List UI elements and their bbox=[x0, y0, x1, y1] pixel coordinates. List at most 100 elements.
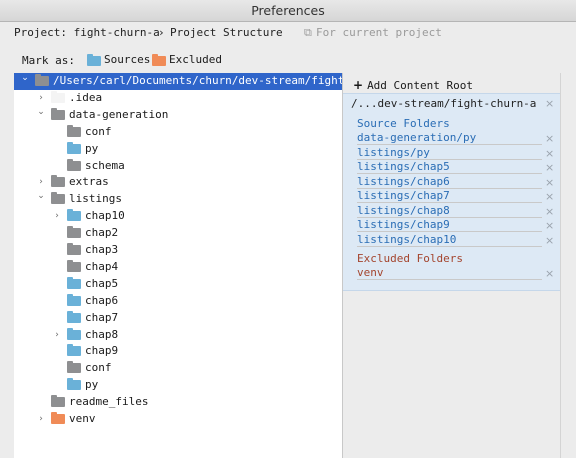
source-folder-entry: listings/chap10 bbox=[357, 232, 542, 247]
content-root-path: /...dev-stream/fight-churn-a bbox=[351, 97, 537, 110]
folder-icon bbox=[51, 192, 65, 205]
folder-icon bbox=[51, 412, 65, 424]
content-root-block: /...dev-stream/fight-churn-a × Source Fo… bbox=[343, 93, 561, 291]
tree-node-label: conf bbox=[85, 124, 112, 138]
tree-row[interactable]: ⌄ /Users/carl/Documents/churn/dev-stream/… bbox=[14, 73, 342, 90]
mark-excluded-button[interactable]: Excluded bbox=[152, 53, 222, 66]
folder-icon bbox=[67, 276, 81, 289]
remove-folder-icon[interactable]: × bbox=[545, 147, 554, 160]
tree-node-label: chap10 bbox=[85, 209, 125, 223]
remove-content-root-icon[interactable]: × bbox=[545, 97, 554, 110]
tree-row[interactable]: › .idea bbox=[14, 90, 342, 107]
tree-node-label: chap2 bbox=[85, 226, 119, 240]
tree-row[interactable]: chap6 bbox=[14, 293, 342, 310]
tree-row[interactable]: › extras bbox=[14, 174, 342, 191]
tree-node-label: readme_files bbox=[69, 395, 149, 409]
folder-icon bbox=[67, 243, 81, 255]
source-folder-entry: listings/chap9 bbox=[357, 218, 542, 232]
mark-sources-button[interactable]: Sources bbox=[87, 53, 150, 66]
tree-node-label: data-generation bbox=[69, 107, 169, 121]
source-folder-entry: listings/chap5 bbox=[357, 160, 542, 174]
tree-row[interactable]: chap4 bbox=[14, 259, 342, 276]
mark-excluded-label: Excluded bbox=[169, 53, 222, 66]
tree-node-label: chap6 bbox=[85, 293, 119, 307]
source-folders-title: Source Folders bbox=[357, 117, 450, 130]
scope-label: For current project bbox=[316, 26, 442, 39]
excluded-folder-icon bbox=[152, 53, 166, 66]
tree-row[interactable]: chap2 bbox=[14, 225, 342, 242]
plus-icon: + bbox=[353, 78, 364, 92]
remove-folder-icon[interactable]: × bbox=[545, 205, 554, 218]
window-title: Preferences bbox=[0, 0, 576, 22]
folder-path-label: listings/chap7 bbox=[357, 189, 452, 202]
tree-node-label: py bbox=[85, 378, 99, 392]
remove-folder-icon[interactable]: × bbox=[545, 132, 554, 145]
remove-folder-icon[interactable]: × bbox=[545, 161, 554, 174]
sources-folder-icon bbox=[87, 53, 101, 66]
remove-folder-icon[interactable]: × bbox=[545, 267, 554, 280]
tree-row[interactable]: readme_files bbox=[14, 394, 342, 411]
tree-row[interactable]: chap3 bbox=[14, 242, 342, 259]
tree-row[interactable]: chap9 bbox=[14, 343, 342, 360]
tree-row[interactable]: ⌄ listings bbox=[14, 191, 342, 208]
folder-path-label: venv bbox=[357, 266, 386, 279]
tree-node-label: .idea bbox=[69, 90, 103, 104]
folder-icon bbox=[35, 74, 49, 86]
chevron-down-icon[interactable]: ⌄ bbox=[20, 73, 30, 83]
breadcrumb-project: Project: fight-churn-a bbox=[14, 26, 160, 39]
chevron-right-icon[interactable]: › bbox=[36, 414, 46, 424]
folder-path-label: data-generation/py bbox=[357, 131, 479, 144]
remove-folder-icon[interactable]: × bbox=[545, 190, 554, 203]
tree-row[interactable]: conf bbox=[14, 360, 342, 377]
folder-icon bbox=[67, 158, 81, 171]
mark-as-label: Mark as: bbox=[22, 54, 75, 67]
chevron-down-icon[interactable]: ⌄ bbox=[36, 191, 46, 201]
folder-icon bbox=[67, 361, 81, 374]
tree-row[interactable]: py bbox=[14, 377, 342, 394]
folder-path-label: listings/chap8 bbox=[357, 203, 452, 217]
folder-icon bbox=[51, 395, 65, 408]
tree-row[interactable]: chap7 bbox=[14, 310, 342, 327]
remove-folder-icon[interactable]: × bbox=[545, 234, 554, 247]
project-tree[interactable]: ⌄ /Users/carl/Documents/churn/dev-stream/… bbox=[14, 73, 342, 458]
folder-icon bbox=[67, 293, 81, 306]
source-folder-entry: listings/py bbox=[357, 145, 542, 160]
chevron-right-icon[interactable]: › bbox=[52, 330, 62, 340]
scrollbar[interactable] bbox=[560, 73, 576, 458]
tree-row[interactable]: › chap8 bbox=[14, 327, 342, 344]
folder-icon bbox=[67, 141, 81, 154]
folder-icon bbox=[67, 226, 81, 239]
tree-row[interactable]: chap5 bbox=[14, 276, 342, 293]
breadcrumb-separator: › bbox=[158, 26, 165, 39]
folder-path-label: listings/chap9 bbox=[357, 218, 452, 231]
folder-path-label: listings/chap5 bbox=[357, 160, 452, 173]
add-content-root-button[interactable]: + Add Content Root bbox=[353, 78, 473, 92]
add-content-root-label: Add Content Root bbox=[367, 78, 474, 92]
folder-icon bbox=[51, 175, 65, 188]
remove-folder-icon[interactable]: × bbox=[545, 176, 554, 189]
tree-node-label: listings bbox=[69, 192, 122, 206]
tree-row[interactable]: › venv bbox=[14, 411, 342, 428]
tree-row[interactable]: schema bbox=[14, 158, 342, 175]
tree-row[interactable]: ⌄ data-generation bbox=[14, 107, 342, 124]
tree-node-label: chap5 bbox=[85, 276, 119, 290]
tree-node-label: chap7 bbox=[85, 310, 119, 324]
tree-row[interactable]: py bbox=[14, 141, 342, 158]
tree-node-label: chap4 bbox=[85, 259, 119, 273]
excluded-folder-entry: venv bbox=[357, 266, 542, 280]
tree-node-label: py bbox=[85, 141, 99, 155]
tree-row[interactable]: › chap10 bbox=[14, 208, 342, 225]
tree-row[interactable]: conf bbox=[14, 124, 342, 141]
source-folder-entry: data-generation/py bbox=[357, 131, 542, 145]
chevron-right-icon[interactable]: › bbox=[36, 93, 46, 103]
folder-path-label: listings/chap6 bbox=[357, 174, 452, 188]
chevron-right-icon[interactable]: › bbox=[52, 211, 62, 221]
tree-node-label: chap3 bbox=[85, 243, 119, 256]
remove-folder-icon[interactable]: × bbox=[545, 219, 554, 232]
source-folder-entry: listings/chap7 bbox=[357, 189, 542, 203]
source-folder-entry: listings/chap8 bbox=[357, 203, 542, 218]
folder-icon bbox=[67, 310, 81, 323]
chevron-down-icon[interactable]: ⌄ bbox=[36, 107, 46, 117]
chevron-right-icon[interactable]: › bbox=[36, 177, 46, 187]
copy-icon: ⧉ bbox=[304, 26, 312, 39]
